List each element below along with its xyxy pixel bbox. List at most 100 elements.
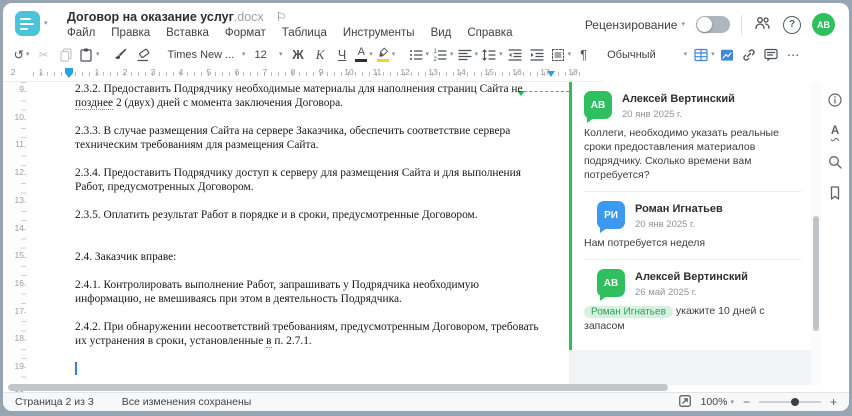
search-icon[interactable] [827,154,843,170]
comment-text: Коллеги, необходимо указать реальные сро… [584,127,779,181]
menu-item[interactable]: Вид [431,27,452,39]
menu-item[interactable]: Формат [225,27,266,39]
horizontal-scrollbar-thumb[interactable] [8,384,668,391]
comment-item[interactable]: РИ Роман Игнатьев 20 янв 2025 г. Нам пот… [584,191,801,250]
comment-author-avatar: АВ [584,91,612,123]
vertical-scrollbar-thumb[interactable] [813,216,819,331]
document-paragraph: 2.3.5. Оплатить результат Работ в порядк… [75,209,478,221]
underline-button[interactable]: Ч [332,45,353,65]
document-paragraph: 2.4.2. При обнаружении несоответствий тр… [75,321,539,348]
zoom-slider-handle[interactable] [790,398,799,406]
document-page[interactable]: 2.3.2. Предоставить Подрядчику необходим… [31,82,569,385]
menu-item[interactable]: Вставка [166,27,209,39]
help-icon[interactable]: ? [783,15,801,34]
bookmark-icon[interactable] [827,185,843,201]
vertical-scrollbar[interactable] [811,82,821,385]
document-text[interactable]: 2.3.2. Предоставить Подрядчику необходим… [75,82,543,375]
font-size-select[interactable]: 12 ▾ [251,45,287,65]
indent-marker[interactable] [65,68,73,78]
comment-author-name: Алексей Вертинский [635,271,748,283]
menu-item[interactable]: Правка [111,27,150,39]
menu-item[interactable]: Инструменты [343,27,415,39]
comment-thread-card[interactable]: АВ Алексей Вертинский 20 янв 2025 г. Кол… [569,82,811,350]
document-title-row: Договор на оказание услуг.docx ⚐ [67,10,286,24]
mention-pill[interactable]: Роман Игнатьев [584,305,673,318]
document-paragraph: 2.4. Заказчик вправе: [75,251,177,263]
paste-button[interactable]: ▾ [77,45,101,65]
italic-button[interactable]: К [310,45,331,65]
more-tools-button[interactable]: ⋯ [783,45,804,65]
zoom-in-button[interactable]: + [830,395,837,409]
divider [741,14,742,35]
undo-button[interactable]: ↺ ▾ [11,45,32,65]
paragraph-settings-button[interactable]: ▾ [549,45,573,65]
zoom-out-button[interactable]: − [743,395,750,409]
format-painter-button[interactable] [111,45,132,65]
align-button[interactable]: ▾ [456,45,480,65]
page-indicator[interactable]: Страница 2 из 3 [15,396,94,408]
fit-to-width-icon[interactable] [678,394,692,411]
comment-author-name: Роман Игнатьев [635,203,723,215]
link-icon [743,48,755,61]
spellcheck-icon[interactable]: А [831,123,839,139]
bullet-list-button[interactable]: ▾ [407,45,431,65]
numbered-list-icon: 1 2 [434,49,447,63]
line-spacing-button[interactable]: ▾ [480,45,504,65]
header-right: Рецензирование ▾ ? АВ [585,13,835,36]
right-sidebar: А [821,82,849,385]
font-color-button[interactable]: А ▾ [354,45,375,65]
menu-item[interactable]: Справка [467,27,512,39]
right-margin-marker[interactable] [547,71,555,77]
copy-icon [59,47,72,62]
menu-item[interactable]: Таблица [282,27,327,39]
app-logo-icon [15,11,40,36]
svg-text:2: 2 [434,57,438,63]
horizontal-ruler[interactable]: 1 2 1 2 3 4 5 6 7 8 9 10 11 12 13 14 15 16 17 18 [3,66,603,82]
numbered-list-button[interactable]: 1 2 ▾ [431,45,455,65]
eraser-icon [137,48,150,61]
insert-image-button[interactable] [717,45,738,65]
scissors-icon: ✂ [38,48,49,62]
insert-link-button[interactable] [739,45,760,65]
insert-table-button[interactable]: ▾ [692,45,716,65]
decrease-indent-button[interactable] [505,45,526,65]
increase-indent-button[interactable] [527,45,548,65]
chevron-down-icon: ▾ [711,51,715,58]
review-mode-button[interactable]: Рецензирование ▾ [585,18,685,32]
collaborators-icon[interactable] [753,15,772,34]
font-size-value: 12 [254,48,267,61]
increase-indent-icon [530,48,544,61]
comment-item[interactable]: АВ Алексей Вертинский 26 май 2025 г. Ром… [584,259,801,333]
bold-button[interactable]: Ж [288,45,309,65]
decrease-indent-icon [508,48,522,61]
undo-icon: ↺ [13,48,24,62]
comment-author-avatar: АВ [597,269,625,301]
flag-icon[interactable]: ⚐ [276,10,287,24]
chevron-down-icon: ▾ [567,51,572,58]
app-menu-button[interactable]: ▾ [15,11,48,36]
review-toggle[interactable] [696,16,730,33]
comment-item[interactable]: АВ Алексей Вертинский 20 янв 2025 г. Кол… [584,91,801,182]
document-paragraph: 2.3.3. В случае размещения Сайта на серв… [75,125,511,151]
clear-formatting-button[interactable] [133,45,154,65]
highlight-color-button[interactable]: ▾ [376,45,397,65]
menu-bar: Файл Правка Вставка Формат Таблица Инстр… [67,27,513,39]
chevron-down-icon: ▾ [683,51,688,58]
show-formatting-marks-button[interactable]: ¶ [573,45,594,65]
document-paragraph: 2.3.4. Предоставить Подрядчику доступ к … [75,167,521,193]
cut-button[interactable]: ✂ [33,45,54,65]
copy-button[interactable] [55,45,76,65]
insert-comment-button[interactable] [761,45,782,65]
paragraph-style-select[interactable]: Обычный ▾ [603,45,691,65]
zoom-level-select[interactable]: 100% ▾ [701,396,734,408]
chevron-down-icon: ▾ [369,51,373,58]
zoom-slider[interactable] [758,398,821,406]
menu-item[interactable]: Файл [67,27,95,39]
zoom-level-value: 100% [700,396,728,408]
user-avatar[interactable]: АВ [812,13,835,36]
vertical-ruler[interactable]: 91011121314151617181920 [3,82,30,399]
document-extension: .docx [233,10,264,24]
comment-icon [764,48,778,61]
info-icon[interactable] [827,92,843,108]
font-name-select[interactable]: Times New ... ▾ [164,45,250,65]
